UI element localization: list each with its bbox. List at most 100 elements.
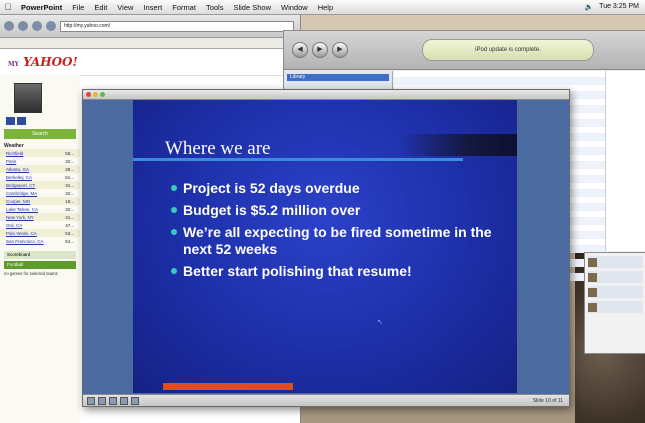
menu-format[interactable]: Format <box>167 3 201 12</box>
weather-city-link[interactable]: Cambridge, MA <box>6 191 37 196</box>
itunes-controls: ◀ ▶ ▶ iPod update is complete. <box>284 31 645 70</box>
weather-row: San Francisco, CA 54... <box>0 237 80 245</box>
weather-temp: 53... <box>65 230 74 236</box>
powerpoint-window: Where we are Project is 52 days overdue … <box>82 89 570 407</box>
weather-temp: 41... <box>65 214 74 220</box>
outline-view-icon[interactable] <box>98 396 106 405</box>
home-icon[interactable] <box>46 21 56 31</box>
search-button[interactable]: Search <box>4 129 76 139</box>
buddy-avatar <box>588 287 597 297</box>
itunes-status-display: iPod update is complete. <box>422 39 594 61</box>
weather-temp: 31... <box>65 182 74 188</box>
weather-city-link[interactable]: New York, NY <box>6 215 34 220</box>
normal-view-icon[interactable] <box>87 396 95 405</box>
slide-counter: Slide 10 of 11 <box>532 397 563 404</box>
weather-city-link[interactable]: Cooper, MO <box>6 199 30 204</box>
scoreboard-header: Scoreboard <box>4 251 76 259</box>
buddy-entry[interactable] <box>588 271 643 283</box>
slideshow-view-icon[interactable] <box>131 396 139 405</box>
slide-decoration-orange <box>163 383 293 390</box>
address-bar[interactable]: http://my.yahoo.com/ <box>60 20 294 32</box>
clock[interactable]: Tue 3:25 PM <box>599 3 639 11</box>
weather-city-link[interactable]: Palo Verde, CA <box>6 231 37 236</box>
weather-temp: 47... <box>65 222 74 228</box>
source-library[interactable]: Library <box>287 74 389 81</box>
zoom-icon[interactable] <box>100 92 105 97</box>
buddy-avatar <box>588 302 597 312</box>
play-icon[interactable]: ▶ <box>312 42 328 58</box>
weather-temp: 32... <box>65 190 74 196</box>
weather-row: Cambridge, MA 32... <box>0 189 80 197</box>
weather-city-link[interactable]: Bridgeport, CT <box>6 183 35 188</box>
menu-file[interactable]: File <box>67 3 89 12</box>
buddy-entry[interactable] <box>588 256 643 268</box>
weather-temp: 51... <box>65 174 74 180</box>
buddy-list-window <box>584 252 645 354</box>
weather-row: Palo Verde, CA 53... <box>0 229 80 237</box>
buddy-avatar <box>588 257 597 267</box>
weather-row: Atlanta, GA 29... <box>0 165 80 173</box>
menu-insert[interactable]: Insert <box>138 3 167 12</box>
notes-view-icon[interactable] <box>120 396 128 405</box>
weather-row: Paris 32... <box>0 157 80 165</box>
ppt-titlebar <box>83 90 569 100</box>
apple-menu-icon[interactable]:  <box>0 2 16 12</box>
yahoo-tab[interactable] <box>6 117 15 125</box>
yahoo-header: MY YAHOO! <box>0 49 300 76</box>
weather-city-link[interactable]: Paris <box>6 159 16 164</box>
reload-icon[interactable] <box>32 21 42 31</box>
menu-window[interactable]: Window <box>276 3 313 12</box>
weather-city-link[interactable]: Lake Tahoe, CA <box>6 207 38 212</box>
weather-city-link[interactable]: Berkeley, CA <box>6 175 32 180</box>
weather-row: Berkeley, CA 51... <box>0 173 80 181</box>
forward-icon[interactable] <box>18 21 28 31</box>
previous-icon[interactable]: ◀ <box>292 42 308 58</box>
close-icon[interactable] <box>86 92 91 97</box>
next-icon[interactable]: ▶ <box>332 42 348 58</box>
buddy-entry[interactable] <box>588 301 643 313</box>
football-header: Football <box>4 261 76 269</box>
volume-icon[interactable]: 🔈 <box>584 3 593 11</box>
slide-title[interactable]: Where we are <box>165 138 270 160</box>
yahoo-sidebar: Search Weather Richfield 50... Paris 32... A… <box>0 75 80 423</box>
weather-city-link[interactable]: Atlanta, GA <box>6 167 29 172</box>
menu-edit[interactable]: Edit <box>89 3 112 12</box>
weather-row: Cooper, MO 19... <box>0 197 80 205</box>
yahoo-tab[interactable] <box>16 117 26 125</box>
slide[interactable]: Where we are Project is 52 days overdue … <box>133 100 517 393</box>
ppt-statusbar: Slide 10 of 11 <box>83 394 569 406</box>
bullet-item[interactable]: Budget is $5.2 million over <box>171 202 511 219</box>
menu-view[interactable]: View <box>112 3 138 12</box>
bullet-item[interactable]: We’re all expecting to be fired sometime… <box>171 224 511 258</box>
bookmarks-bar <box>0 38 300 49</box>
buddy-entry[interactable] <box>588 286 643 298</box>
weather-temp: 54... <box>65 238 74 244</box>
yahoo-logo[interactable]: MY YAHOO! <box>8 55 78 69</box>
menubar-extras: 🔈 Tue 3:25 PM <box>584 3 645 11</box>
slide-sorter-icon[interactable] <box>109 396 117 405</box>
minimize-icon[interactable] <box>93 92 98 97</box>
menu-app[interactable]: PowerPoint <box>16 3 67 12</box>
weather-city-link[interactable]: Richfield <box>6 151 23 156</box>
slide-decoration-dark <box>399 134 517 156</box>
weather-list: Richfield 50... Paris 32... Atlanta, GA 29...… <box>0 149 80 245</box>
itunes-side-column <box>605 71 645 251</box>
weather-row: Lake Tahoe, CA 32... <box>0 205 80 213</box>
weather-row: New York, NY 41... <box>0 213 80 221</box>
side-row <box>606 245 645 251</box>
weather-temp: 50... <box>65 150 74 156</box>
menu-slide-show[interactable]: Slide Show <box>228 3 276 12</box>
browser-toolbar: http://my.yahoo.com/ <box>0 15 300 38</box>
slide-bullets: Project is 52 days overdue Budget is $5.… <box>171 180 511 285</box>
menu-help[interactable]: Help <box>313 3 338 12</box>
bullet-item[interactable]: Project is 52 days overdue <box>171 180 511 197</box>
weather-city-link[interactable]: San Francisco, CA <box>6 239 44 244</box>
slide-stage: Where we are Project is 52 days overdue … <box>83 100 569 394</box>
bullet-item[interactable]: Better start polishing that resume! <box>171 263 511 280</box>
weather-city-link[interactable]: Ord, CA <box>6 223 22 228</box>
menu-tools[interactable]: Tools <box>201 3 229 12</box>
weather-temp: 32... <box>65 158 74 164</box>
buddy-avatar <box>588 272 597 282</box>
back-icon[interactable] <box>4 21 14 31</box>
weather-row: Bridgeport, CT 31... <box>0 181 80 189</box>
